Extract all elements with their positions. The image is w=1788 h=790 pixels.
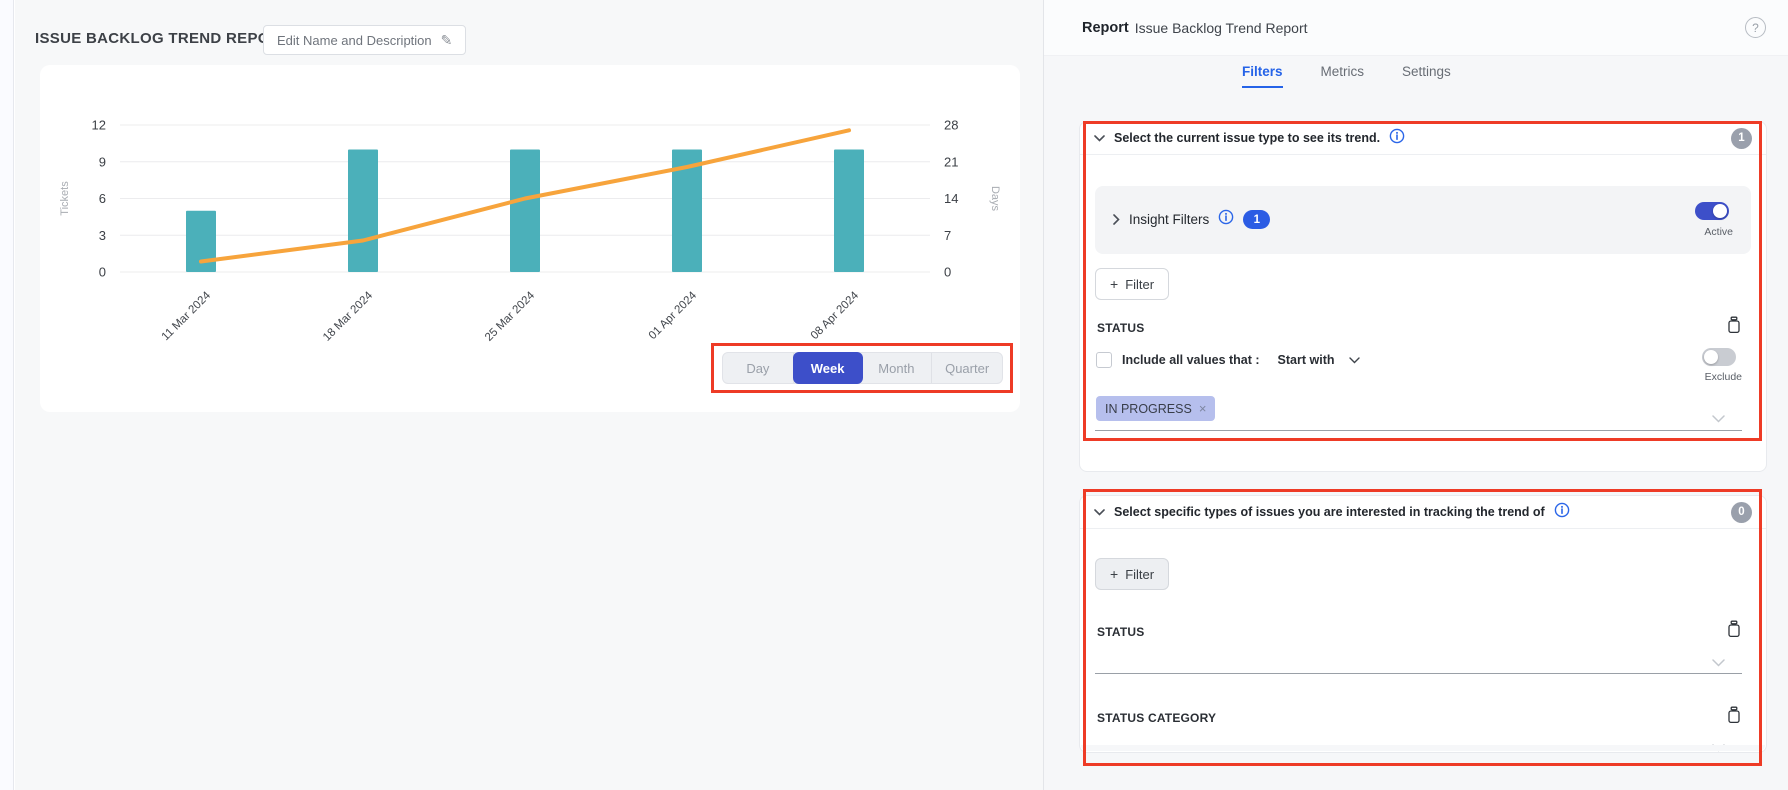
active-toggle-caption: Active [1704, 226, 1733, 238]
section-current-issue-type: Select the current issue type to see its… [1079, 121, 1767, 472]
trash-icon[interactable] [1726, 706, 1742, 727]
chart-card: 0 0 3 7 6 14 9 21 12 28 Tickets Days 11 Mar 2024 18 M… [40, 65, 1020, 412]
report-canvas: ISSUE BACKLOG TREND REPORT Edit Name and… [15, 0, 1043, 790]
report-settings-panel: Report Issue Backlog Trend Report ? Filt… [1043, 0, 1788, 790]
section1-count-badge: 1 [1731, 128, 1752, 149]
chevron-right-icon[interactable] [1113, 214, 1120, 225]
info-icon[interactable] [1218, 209, 1234, 230]
filter-field-status-category: STATUS CATEGORY [1097, 711, 1216, 725]
add-filter-button[interactable]: + Filter [1095, 558, 1169, 590]
bar [348, 150, 378, 273]
add-filter-button[interactable]: + Filter [1095, 268, 1169, 300]
plus-icon: + [1110, 276, 1118, 292]
svg-text:3: 3 [99, 228, 106, 243]
include-all-label: Include all values that : [1122, 353, 1260, 367]
bar [510, 150, 540, 273]
svg-text:25 Mar 2024: 25 Mar 2024 [483, 289, 538, 344]
info-icon[interactable] [1389, 128, 1405, 149]
status-value-select[interactable]: IN PROGRESS × [1096, 396, 1215, 421]
svg-text:Tickets: Tickets [59, 181, 71, 216]
granularity-option-quarter[interactable]: Quarter [932, 353, 1002, 383]
exclude-toggle[interactable] [1702, 348, 1736, 366]
exclude-toggle-caption: Exclude [1705, 371, 1742, 383]
edit-icon: ✎ [441, 32, 453, 49]
granularity-option-day[interactable]: Day [723, 353, 794, 383]
help-icon[interactable]: ? [1745, 17, 1766, 38]
edit-button-label: Edit Name and Description [277, 33, 432, 48]
section2-header: Select specific types of issues you are … [1080, 496, 1766, 529]
tab-filters[interactable]: Filters [1242, 64, 1283, 88]
chip-label: IN PROGRESS [1105, 402, 1192, 416]
include-all-checkbox[interactable] [1096, 352, 1112, 368]
insight-filters-label: Insight Filters [1129, 212, 1209, 227]
svg-text:01 Apr 2024: 01 Apr 2024 [647, 289, 700, 342]
chevron-down-icon[interactable] [1094, 509, 1105, 516]
section1-header: Select the current issue type to see its… [1080, 122, 1766, 155]
trash-icon[interactable] [1726, 620, 1742, 641]
tab-settings[interactable]: Settings [1402, 64, 1451, 88]
edit-name-button[interactable]: Edit Name and Description ✎ [263, 25, 466, 55]
granularity-toggle: Day Week Month Quarter [722, 352, 1003, 384]
svg-text:11 Mar 2024: 11 Mar 2024 [160, 289, 214, 343]
section2-title: Select specific types of issues you are … [1114, 505, 1545, 519]
insight-filters-count-badge: 1 [1243, 210, 1270, 229]
insight-filters-card: Insight Filters 1 Active [1095, 186, 1751, 254]
section2-count-badge: 0 [1731, 502, 1752, 523]
svg-text:6: 6 [99, 191, 106, 206]
add-filter-label: Filter [1125, 277, 1154, 292]
chevron-down-icon [1349, 357, 1360, 364]
granularity-option-month[interactable]: Month [862, 353, 933, 383]
panel-header-label: Report [1082, 20, 1129, 36]
svg-text:08 Apr 2024: 08 Apr 2024 [809, 289, 862, 342]
operator-value: Start with [1278, 353, 1335, 367]
section1-title: Select the current issue type to see its… [1114, 131, 1380, 145]
info-icon[interactable] [1554, 502, 1570, 523]
chevron-down-icon[interactable] [1094, 135, 1105, 142]
granularity-option-week[interactable]: Week [793, 352, 863, 384]
filter-field-status: STATUS [1097, 625, 1144, 639]
chevron-down-icon[interactable] [1712, 410, 1725, 428]
active-toggle[interactable] [1695, 202, 1729, 220]
close-icon[interactable]: × [1199, 401, 1207, 416]
svg-text:12: 12 [92, 118, 106, 133]
chevron-down-icon[interactable] [1712, 654, 1725, 672]
collapsed-sidebar [0, 0, 14, 790]
svg-text:0: 0 [99, 265, 106, 280]
svg-text:21: 21 [944, 154, 958, 169]
tab-metrics[interactable]: Metrics [1321, 64, 1365, 88]
tab-bar: Filters Metrics Settings [1044, 64, 1788, 88]
add-filter-label: Filter [1125, 567, 1154, 582]
filter-field-status: STATUS [1097, 321, 1144, 335]
svg-text:9: 9 [99, 154, 106, 169]
svg-text:18 Mar 2024: 18 Mar 2024 [321, 289, 376, 344]
svg-text:7: 7 [944, 228, 951, 243]
svg-text:0: 0 [944, 265, 951, 280]
section-specific-issue-types: Select specific types of issues you are … [1079, 495, 1767, 753]
select-underline [1095, 430, 1742, 431]
page-title: ISSUE BACKLOG TREND REPORT [35, 30, 290, 47]
svg-text:Days: Days [989, 186, 1001, 212]
svg-text:28: 28 [944, 118, 958, 133]
plus-icon: + [1110, 566, 1118, 582]
trash-icon[interactable] [1726, 316, 1742, 337]
panel-header: Report Issue Backlog Trend Report [1044, 0, 1788, 56]
selected-value-chip: IN PROGRESS × [1096, 396, 1215, 421]
panel-header-title: Issue Backlog Trend Report [1135, 20, 1308, 36]
card-footer [1081, 745, 1765, 751]
include-all-row: Include all values that : Start with [1096, 352, 1360, 368]
svg-text:14: 14 [944, 191, 958, 206]
select-underline[interactable] [1095, 673, 1742, 674]
bar [834, 150, 864, 273]
operator-dropdown[interactable]: Start with [1278, 353, 1360, 367]
